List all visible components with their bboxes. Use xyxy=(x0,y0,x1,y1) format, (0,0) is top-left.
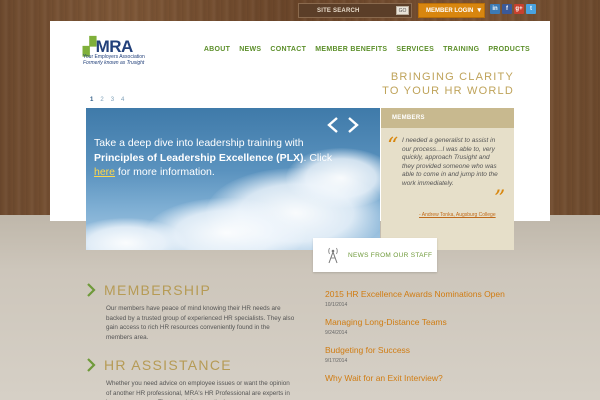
radio-tower-icon xyxy=(328,247,338,264)
main-nav: ABOUT NEWS CONTACT MEMBER BENEFITS SERVI… xyxy=(204,46,530,53)
hero-line-1: Take a deep dive into leadership trainin… xyxy=(94,137,304,149)
news-date: 9/17/2014 xyxy=(325,358,348,364)
chevron-left-icon[interactable] xyxy=(326,116,340,134)
news-item: Why Wait for an Exit Interview? xyxy=(325,373,525,384)
quote-open-icon: “ xyxy=(387,134,399,159)
tagline-line-1: BRINGING CLARITY xyxy=(390,71,514,83)
chevron-right-icon xyxy=(87,358,96,372)
site-search-label: SITE SEARCH xyxy=(317,7,360,14)
member-login-label: MEMBER LOGIN xyxy=(426,7,474,14)
membership-body: Our members have peace of mind knowing t… xyxy=(106,305,295,341)
pager-item-1[interactable]: 1 xyxy=(90,97,93,103)
quote-close-icon: ” xyxy=(494,187,506,212)
nav-member-benefits[interactable]: MEMBER BENEFITS xyxy=(315,46,387,53)
pager-item-3[interactable]: 3 xyxy=(111,97,114,103)
news-link[interactable]: 2015 HR Excellence Awards Nominations Op… xyxy=(325,289,525,300)
nav-news[interactable]: NEWS xyxy=(239,46,261,53)
hr-assistance-section: HR ASSISTANCE Whether you need advice on… xyxy=(86,357,296,400)
hr-assistance-body: Whether you need advice on employee issu… xyxy=(106,380,290,400)
news-heading-card: NEWS FROM OUR STAFF xyxy=(313,238,437,272)
pager-item-2[interactable]: 2 xyxy=(100,97,103,103)
nav-about[interactable]: ABOUT xyxy=(204,46,230,53)
news-date: 10/1/2014 xyxy=(325,302,348,308)
hr-assistance-title[interactable]: HR ASSISTANCE xyxy=(104,357,232,373)
hero-program-name: Principles of Leadership Excellence (PLX… xyxy=(94,151,304,164)
google-plus-icon[interactable]: g+ xyxy=(514,4,524,14)
search-go-button[interactable]: GO xyxy=(396,6,409,15)
nav-services[interactable]: SERVICES xyxy=(396,46,434,53)
members-heading: MEMBERS xyxy=(381,108,514,128)
news-item: 2015 HR Excellence Awards Nominations Op… xyxy=(325,289,525,308)
membership-section: MEMBERSHIP Our members have peace of min… xyxy=(86,282,296,342)
hero-tail: for more information. xyxy=(115,166,215,178)
news-item: Managing Long-Distance Teams 9/24/2014 xyxy=(325,317,525,336)
news-heading: NEWS FROM OUR STAFF xyxy=(348,252,433,259)
testimonial-attribution[interactable]: - Andrew Tonka, Augsburg College xyxy=(419,212,496,218)
news-item: Budgeting for Success 9/17/2014 xyxy=(325,345,525,364)
news-link[interactable]: Managing Long-Distance Teams xyxy=(325,317,525,328)
testimonial-quote: I needed a generalist to assist in our p… xyxy=(402,137,498,187)
news-date: 9/24/2014 xyxy=(325,330,348,336)
membership-title[interactable]: MEMBERSHIP xyxy=(104,282,211,298)
logo-former-name: Formerly known as Trusight xyxy=(83,60,145,66)
news-list: 2015 HR Excellence Awards Nominations Op… xyxy=(325,289,525,393)
chevron-right-icon xyxy=(87,283,96,297)
nav-products[interactable]: PRODUCTS xyxy=(488,46,530,53)
pager-item-4[interactable]: 4 xyxy=(121,97,124,103)
chevron-right-icon[interactable] xyxy=(346,116,360,134)
linkedin-icon[interactable]: in xyxy=(490,4,500,14)
dropdown-arrow-icon: ▾ xyxy=(477,7,481,14)
twitter-icon[interactable]: t xyxy=(526,4,536,14)
tagline-line-2: TO YOUR HR WORLD xyxy=(382,85,514,97)
hero-click: . Click xyxy=(303,151,333,164)
member-login-button[interactable]: MEMBER LOGIN ▾ xyxy=(418,3,485,18)
mra-logo[interactable]: ▞MRA Your Employers Association Formerly… xyxy=(83,37,153,69)
facebook-icon[interactable]: f xyxy=(502,4,512,14)
tagline: BRINGING CLARITY TO YOUR HR WORLD xyxy=(382,70,514,98)
hero-text: Take a deep dive into leadership trainin… xyxy=(94,136,334,180)
slide-pager: 1 2 3 4 xyxy=(90,97,124,103)
hero-here-link[interactable]: here xyxy=(94,166,115,178)
hero-slide[interactable]: Take a deep dive into leadership trainin… xyxy=(86,108,380,250)
site-search-field[interactable]: SITE SEARCH GO xyxy=(298,3,412,18)
nav-training[interactable]: TRAINING xyxy=(443,46,479,53)
news-link[interactable]: Why Wait for an Exit Interview? xyxy=(325,373,525,384)
nav-contact[interactable]: CONTACT xyxy=(270,46,306,53)
news-link[interactable]: Budgeting for Success xyxy=(325,345,525,356)
slide-arrows xyxy=(326,116,360,134)
members-testimonial: MEMBERS “ I needed a generalist to assis… xyxy=(381,108,514,250)
